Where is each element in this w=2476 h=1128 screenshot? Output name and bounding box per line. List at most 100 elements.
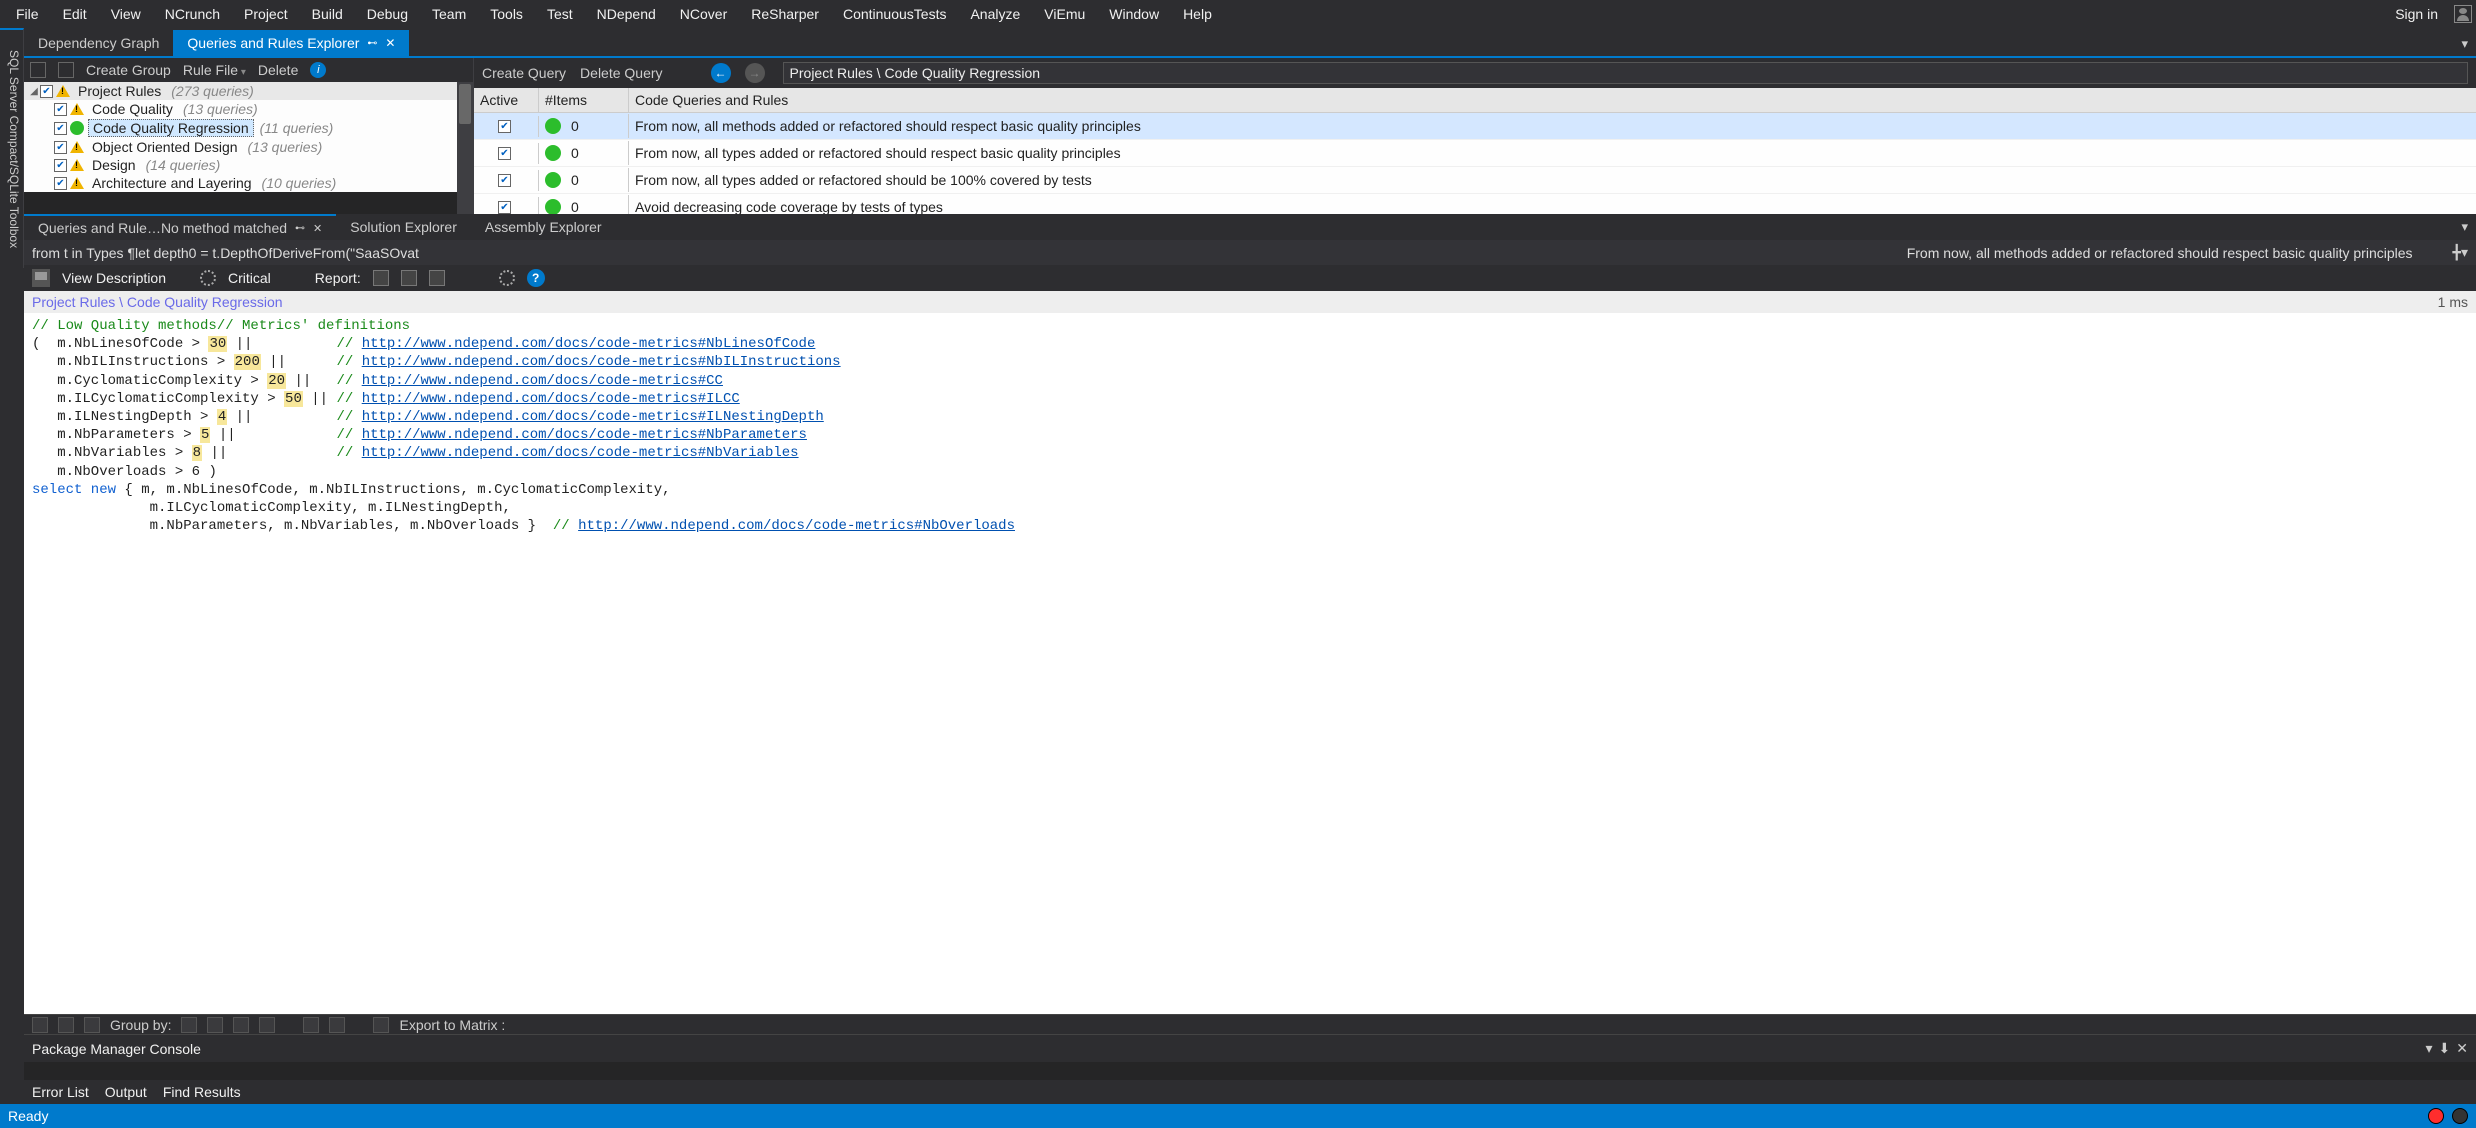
menu-tools[interactable]: Tools xyxy=(478,2,535,26)
col-items-header[interactable]: #Items xyxy=(539,88,629,112)
rule-row[interactable]: 0 Avoid decreasing code coverage by test… xyxy=(474,194,2476,214)
checkbox[interactable] xyxy=(498,201,511,214)
dropdown-icon[interactable]: ▾ xyxy=(2426,1040,2433,1057)
tree-item-project-rules[interactable]: ◢ Project Rules (273 queries) xyxy=(24,82,473,100)
help-icon[interactable]: ? xyxy=(527,269,545,287)
add-icon[interactable]: ╋ xyxy=(2453,244,2461,261)
breadcrumb-input[interactable]: Project Rules \ Code Quality Regression xyxy=(783,62,2468,84)
package-manager-console-body[interactable] xyxy=(24,1062,2476,1080)
close-icon[interactable]: ✕ xyxy=(385,36,395,50)
checkbox[interactable] xyxy=(40,85,53,98)
menu-build[interactable]: Build xyxy=(300,2,355,26)
menu-resharper[interactable]: ReSharper xyxy=(739,2,831,26)
expander-icon[interactable]: ◢ xyxy=(28,86,40,97)
status-dot-icon[interactable] xyxy=(2452,1108,2468,1124)
tab-query-result[interactable]: Queries and Rule…No method matched ⊷ ✕ xyxy=(24,214,336,240)
side-tab-sqltoolbox[interactable]: SQL Server Compact/SQLite Toolbox xyxy=(0,28,24,268)
delete-query-button[interactable]: Delete Query xyxy=(580,65,662,81)
tree-item-code-quality-regression[interactable]: Code Quality Regression (11 queries) xyxy=(24,118,473,138)
menu-viemu[interactable]: ViEmu xyxy=(1032,2,1097,26)
package-manager-console-header[interactable]: Package Manager Console ▾ ⬇ ✕ xyxy=(24,1034,2476,1062)
info-icon[interactable]: i xyxy=(310,62,326,78)
pin-icon[interactable]: ⬇ xyxy=(2439,1040,2451,1057)
menu-ncrunch[interactable]: NCrunch xyxy=(153,2,232,26)
delete-group-button[interactable]: Delete xyxy=(258,62,298,78)
groupby-icon[interactable] xyxy=(58,1017,74,1033)
groupby-opt-icon[interactable] xyxy=(181,1017,197,1033)
checkbox[interactable] xyxy=(498,120,511,133)
col-rule-header[interactable]: Code Queries and Rules xyxy=(629,88,2476,112)
tab-dependency-graph[interactable]: Dependency Graph xyxy=(24,30,173,56)
critical-label[interactable]: Critical xyxy=(228,270,271,286)
expand-all-icon[interactable] xyxy=(30,62,46,78)
menu-continuoustests[interactable]: ContinuousTests xyxy=(831,2,959,26)
ncrunch-status-icon[interactable] xyxy=(2428,1108,2444,1124)
create-query-button[interactable]: Create Query xyxy=(482,65,566,81)
code-editor[interactable]: // Low Quality methods// Metrics' defini… xyxy=(24,313,2476,1014)
checkbox[interactable] xyxy=(54,122,67,135)
doc-link[interactable]: http://www.ndepend.com/docs/code-metrics… xyxy=(362,373,723,389)
user-icon[interactable] xyxy=(2454,5,2472,23)
doc-link[interactable]: http://www.ndepend.com/docs/code-metrics… xyxy=(362,391,740,407)
tree-item-design[interactable]: Design (14 queries) xyxy=(24,156,473,174)
report-icon-3[interactable] xyxy=(429,270,445,286)
tab-error-list[interactable]: Error List xyxy=(32,1084,89,1100)
checkbox[interactable] xyxy=(54,177,67,190)
checkbox[interactable] xyxy=(498,147,511,160)
create-group-button[interactable]: Create Group xyxy=(86,62,171,78)
doc-link[interactable]: http://www.ndepend.com/docs/code-metrics… xyxy=(362,409,824,425)
view-description-button[interactable]: View Description xyxy=(62,270,166,286)
menu-debug[interactable]: Debug xyxy=(355,2,420,26)
checkbox[interactable] xyxy=(54,141,67,154)
tab-find-results[interactable]: Find Results xyxy=(163,1084,241,1100)
doc-link[interactable]: http://www.ndepend.com/docs/code-metrics… xyxy=(362,354,841,370)
menu-edit[interactable]: Edit xyxy=(51,2,99,26)
checkbox[interactable] xyxy=(54,159,67,172)
rule-file-dropdown[interactable]: Rule File xyxy=(183,62,246,78)
rule-row[interactable]: 0 From now, all types added or refactore… xyxy=(474,140,2476,167)
save-icon[interactable] xyxy=(32,269,50,287)
tab-overflow-dropdown[interactable]: ▾ xyxy=(2453,215,2476,239)
tab-queries-rules-explorer[interactable]: Queries and Rules Explorer ⊷ ✕ xyxy=(173,30,409,56)
menu-view[interactable]: View xyxy=(99,2,153,26)
tab-overflow-dropdown[interactable]: ▾ xyxy=(2453,32,2476,56)
doc-link[interactable]: http://www.ndepend.com/docs/code-metrics… xyxy=(362,427,807,443)
menu-test[interactable]: Test xyxy=(535,2,585,26)
tab-output[interactable]: Output xyxy=(105,1084,147,1100)
breadcrumb-text[interactable]: Project Rules \ Code Quality Regression xyxy=(32,294,283,310)
menu-help[interactable]: Help xyxy=(1171,2,1224,26)
rule-row[interactable]: 0 From now, all types added or refactore… xyxy=(474,167,2476,194)
menu-project[interactable]: Project xyxy=(232,2,300,26)
report-icon-2[interactable] xyxy=(401,270,417,286)
pin-icon[interactable]: ⊷ xyxy=(367,38,377,49)
tree-item-oo-design[interactable]: Object Oriented Design (13 queries) xyxy=(24,138,473,156)
pin-icon[interactable]: ⊷ xyxy=(295,223,305,234)
doc-link[interactable]: http://www.ndepend.com/docs/code-metrics… xyxy=(578,518,1015,534)
groupby-opt-icon[interactable] xyxy=(259,1017,275,1033)
rule-row[interactable]: 0 From now, all methods added or refacto… xyxy=(474,113,2476,140)
tree-item-code-quality[interactable]: Code Quality (13 queries) xyxy=(24,100,473,118)
groupby-opt-icon[interactable] xyxy=(329,1017,345,1033)
close-icon[interactable]: ✕ xyxy=(2456,1040,2468,1057)
menu-ndepend[interactable]: NDepend xyxy=(585,2,668,26)
groupby-icon[interactable] xyxy=(32,1017,48,1033)
tab-assembly-explorer[interactable]: Assembly Explorer xyxy=(471,215,616,239)
settings-icon[interactable] xyxy=(499,270,515,286)
nav-back-icon[interactable]: ← xyxy=(711,63,731,83)
checkbox[interactable] xyxy=(54,103,67,116)
menu-team[interactable]: Team xyxy=(420,2,478,26)
critical-gear-icon[interactable] xyxy=(200,270,216,286)
close-icon[interactable]: ✕ xyxy=(313,222,322,235)
groupby-opt-icon[interactable] xyxy=(207,1017,223,1033)
menu-window[interactable]: Window xyxy=(1097,2,1171,26)
col-active-header[interactable]: Active xyxy=(474,88,539,112)
doc-link[interactable]: http://www.ndepend.com/docs/code-metrics… xyxy=(362,445,799,461)
dropdown-icon[interactable]: ▾ xyxy=(2461,244,2468,261)
groupby-opt-icon[interactable] xyxy=(303,1017,319,1033)
groupby-icon[interactable] xyxy=(84,1017,100,1033)
menu-ncover[interactable]: NCover xyxy=(668,2,739,26)
groupby-opt-icon[interactable] xyxy=(233,1017,249,1033)
tree-item-architecture-layering[interactable]: Architecture and Layering (10 queries) xyxy=(24,174,473,192)
sign-in-link[interactable]: Sign in xyxy=(2385,2,2448,26)
export-icon[interactable] xyxy=(373,1017,389,1033)
